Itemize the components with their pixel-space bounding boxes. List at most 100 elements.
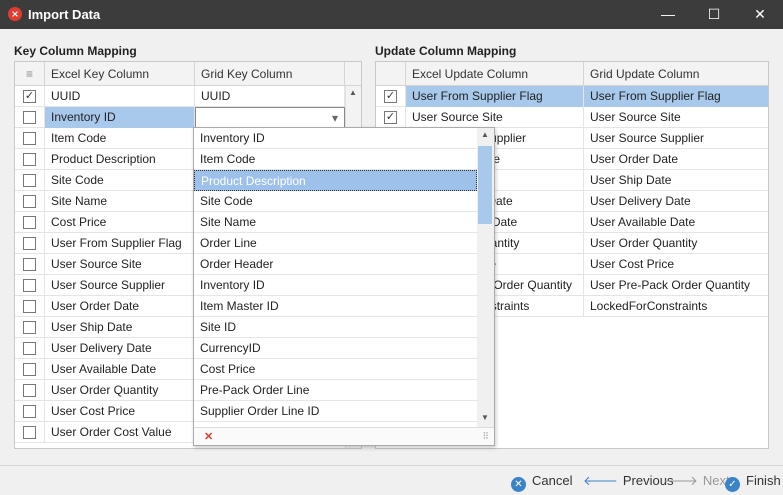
excel-key-cell[interactable]: UUID — [45, 86, 195, 107]
row-checkbox[interactable] — [23, 405, 36, 418]
row-checkbox[interactable] — [23, 300, 36, 313]
row-checkbox[interactable]: ✓ — [23, 90, 36, 103]
excel-key-cell[interactable]: User Available Date — [45, 359, 195, 380]
grid-update-cell[interactable]: User Available Date — [584, 212, 768, 233]
row-checkbox[interactable] — [23, 216, 36, 229]
row-checkbox[interactable] — [23, 321, 36, 334]
excel-key-cell[interactable]: User Cost Price — [45, 401, 195, 422]
header-grid-update[interactable]: Grid Update Column — [584, 62, 768, 86]
dropdown-option[interactable]: Inventory ID — [194, 128, 477, 149]
row-check-cell — [15, 422, 45, 443]
dropdown-option[interactable]: Item Master ID — [194, 296, 477, 317]
dropdown-option[interactable]: Site ID — [194, 317, 477, 338]
grid-update-cell[interactable]: User Order Date — [584, 149, 768, 170]
excel-key-cell[interactable]: Inventory ID — [45, 107, 195, 128]
excel-key-cell[interactable]: User Source Supplier — [45, 275, 195, 296]
grid-update-cell[interactable]: User Order Quantity — [584, 233, 768, 254]
dropdown-option[interactable]: Item Code — [194, 149, 477, 170]
grid-key-cell[interactable]: UUID — [195, 86, 345, 107]
excel-key-cell[interactable]: Site Name — [45, 191, 195, 212]
excel-key-cell[interactable]: User Order Date — [45, 296, 195, 317]
grid-header: Excel Update Column Grid Update Column — [376, 62, 768, 86]
row-checkbox[interactable] — [23, 195, 36, 208]
row-checkbox[interactable] — [23, 342, 36, 355]
grid-update-cell[interactable]: LockedForConstraints — [584, 296, 768, 317]
row-check-cell: ✓ — [15, 86, 45, 107]
finish-button[interactable]: ✓ Finish — [725, 472, 781, 492]
next-button[interactable]: 🡒 Next — [663, 472, 730, 490]
excel-key-cell[interactable]: User Ship Date — [45, 317, 195, 338]
row-checkbox[interactable]: ✓ — [384, 111, 397, 124]
row-check-cell — [15, 233, 45, 254]
scroll-down-icon[interactable]: ▼ — [481, 413, 489, 422]
dropdown-option[interactable]: Site Name — [194, 212, 477, 233]
row-checkbox[interactable] — [23, 426, 36, 439]
dropdown-option[interactable]: Pre-Pack Order Line — [194, 380, 477, 401]
scroll-thumb[interactable] — [478, 146, 492, 224]
excel-key-cell[interactable]: Site Code — [45, 170, 195, 191]
dropdown-option[interactable]: Product Description — [194, 170, 477, 191]
row-check-cell — [15, 359, 45, 380]
excel-key-cell[interactable]: User Order Quantity — [45, 380, 195, 401]
dropdown-option[interactable]: Order Header — [194, 254, 477, 275]
filter-icon[interactable]: ≡ — [15, 62, 45, 86]
grid-update-cell[interactable]: User Source Site — [584, 107, 768, 128]
clear-icon[interactable]: ✕ — [204, 430, 213, 443]
excel-update-cell[interactable]: User Source Site — [406, 107, 584, 128]
row-checkbox[interactable] — [23, 258, 36, 271]
table-row[interactable]: ✓ User From Supplier Flag User From Suppli… — [376, 86, 768, 107]
excel-key-cell[interactable]: User Source Site — [45, 254, 195, 275]
row-checkbox[interactable] — [23, 132, 36, 145]
grid-update-cell[interactable]: User Delivery Date — [584, 191, 768, 212]
excel-key-cell[interactable]: Cost Price — [45, 212, 195, 233]
excel-key-cell[interactable]: User Order Cost Value — [45, 422, 195, 443]
grid-key-dropdown[interactable]: Inventory ID Item Code Product Description… — [193, 127, 495, 446]
row-checkbox[interactable] — [23, 279, 36, 292]
grid-update-cell[interactable]: User Pre-Pack Order Quantity — [584, 275, 768, 296]
row-checkbox[interactable] — [23, 363, 36, 376]
grid-key-cell[interactable]: ▾ — [195, 107, 345, 128]
header-excel-key[interactable]: Excel Key Column — [45, 62, 195, 86]
previous-button[interactable]: 🡐 Previous — [583, 472, 673, 490]
window-title: Import Data — [28, 7, 101, 22]
row-check-cell — [15, 191, 45, 212]
dropdown-arrow-icon[interactable]: ▾ — [332, 108, 338, 127]
row-check-cell — [15, 170, 45, 191]
row-checkbox[interactable] — [23, 153, 36, 166]
header-grid-key[interactable]: Grid Key Column — [195, 62, 345, 86]
excel-key-cell[interactable]: Product Description — [45, 149, 195, 170]
minimize-button[interactable]: — — [645, 0, 691, 29]
cancel-button[interactable]: ✕ Cancel — [511, 472, 572, 492]
dropdown-option[interactable]: CurrencyID — [194, 338, 477, 359]
excel-key-cell[interactable]: User Delivery Date — [45, 338, 195, 359]
dropdown-option[interactable]: Supplier Order Line ID — [194, 401, 477, 422]
table-row[interactable]: ✓ UUID UUID — [15, 86, 345, 107]
row-checkbox[interactable] — [23, 384, 36, 397]
row-checkbox[interactable] — [23, 237, 36, 250]
row-check-cell — [15, 380, 45, 401]
dropdown-option[interactable]: Cost Price — [194, 359, 477, 380]
scroll-up-icon[interactable]: ▲ — [481, 130, 489, 139]
close-button[interactable]: ✕ — [737, 0, 783, 29]
dropdown-option[interactable]: Inventory ID — [194, 275, 477, 296]
row-checkbox[interactable] — [23, 174, 36, 187]
excel-key-cell[interactable]: Item Code — [45, 128, 195, 149]
row-checkbox[interactable] — [23, 111, 36, 124]
grid-update-cell[interactable]: User Ship Date — [584, 170, 768, 191]
grid-update-cell[interactable]: User Cost Price — [584, 254, 768, 275]
row-checkbox[interactable]: ✓ — [384, 90, 397, 103]
header-excel-update[interactable]: Excel Update Column — [406, 62, 584, 86]
dropdown-option[interactable]: Order Line — [194, 233, 477, 254]
maximize-button[interactable]: ☐ — [691, 0, 737, 29]
excel-key-cell[interactable]: User From Supplier Flag — [45, 233, 195, 254]
table-row[interactable]: ✓ User Source Site User Source Site — [376, 107, 768, 128]
row-check-cell — [15, 254, 45, 275]
table-row[interactable]: Inventory ID ▾ — [15, 107, 345, 128]
grid-update-cell[interactable]: User From Supplier Flag — [584, 86, 768, 107]
dropdown-option[interactable]: Site Code — [194, 191, 477, 212]
resize-grip-icon[interactable]: ⠿ — [482, 431, 489, 442]
dropdown-scrollbar[interactable]: ▲ ▼ — [477, 128, 494, 427]
excel-update-cell[interactable]: User From Supplier Flag — [406, 86, 584, 107]
grid-update-cell[interactable]: User Source Supplier — [584, 128, 768, 149]
scroll-up-icon[interactable]: ▲ — [349, 88, 357, 97]
